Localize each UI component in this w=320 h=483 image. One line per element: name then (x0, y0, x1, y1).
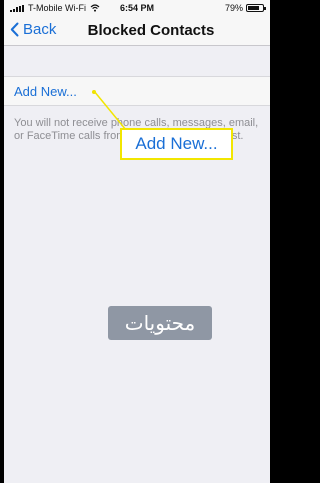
callout-connector (93, 90, 127, 131)
battery-percent: 79% (224, 3, 243, 13)
battery-group: 79% (224, 3, 266, 13)
status-bar: T-Mobile Wi-Fi 6:54 PM 79% (4, 0, 270, 16)
add-new-row[interactable]: Add New... (4, 76, 270, 106)
battery-icon (246, 4, 266, 12)
highlight-dot (92, 90, 96, 94)
watermark-logo: محتويات (108, 306, 212, 340)
navigation-bar: Back Blocked Contacts (4, 16, 270, 46)
page-title: Blocked Contacts (87, 22, 215, 39)
add-new-callout: Add New... (120, 128, 233, 160)
screen: T-Mobile Wi-Fi 6:54 PM 79% Back Blocked … (4, 0, 270, 483)
add-new-button[interactable]: Add New... (14, 84, 77, 99)
